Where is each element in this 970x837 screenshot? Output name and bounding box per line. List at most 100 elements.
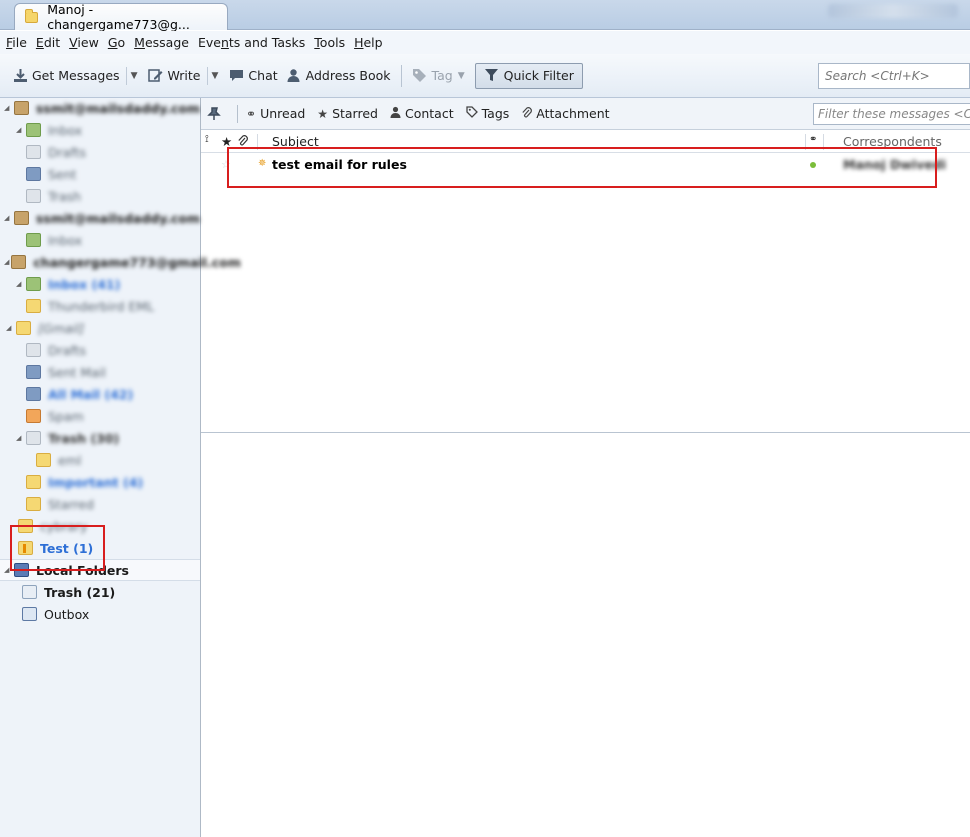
sent-icon bbox=[26, 365, 41, 379]
global-search-input[interactable]: Search <Ctrl+K> bbox=[818, 63, 970, 89]
folder-inbox[interactable]: ◢ Inbox (41) bbox=[0, 274, 200, 294]
account-icon bbox=[13, 101, 29, 115]
drafts-icon bbox=[26, 145, 41, 159]
tag-icon bbox=[465, 106, 478, 121]
folder-trash[interactable]: ◢ Trash (30) bbox=[0, 428, 200, 448]
chat-bubble-icon bbox=[228, 68, 244, 84]
highlight-test-folder-box bbox=[10, 525, 105, 571]
folder-all-mail[interactable]: All Mail (42) bbox=[0, 384, 200, 404]
sticky-pin-button[interactable] bbox=[207, 106, 221, 121]
folder-outbox[interactable]: Outbox bbox=[0, 604, 200, 624]
pin-icon bbox=[207, 106, 221, 120]
folder-icon bbox=[26, 299, 41, 313]
menu-file[interactable]: File bbox=[6, 35, 27, 50]
highlight-message-box bbox=[227, 147, 937, 188]
collapse-twisty-icon: ◢ bbox=[4, 104, 10, 112]
paperclip-icon bbox=[521, 106, 533, 122]
sent-icon bbox=[26, 167, 41, 181]
archive-icon bbox=[26, 387, 41, 401]
trash-icon bbox=[26, 189, 41, 203]
tab-title: Manoj - changergame773@g... bbox=[47, 2, 190, 32]
spam-flame-icon bbox=[26, 409, 41, 423]
filter-attachment-button[interactable]: Attachment bbox=[521, 106, 610, 122]
collapse-twisty-icon: ◢ bbox=[16, 126, 22, 134]
mail-tab[interactable]: Manoj - changergame773@g... bbox=[14, 2, 228, 32]
window-controls-blurred bbox=[828, 4, 958, 18]
menu-edit[interactable]: Edit bbox=[36, 35, 60, 50]
drafts-icon bbox=[26, 343, 41, 357]
folder-inbox[interactable]: ◢ Inbox bbox=[0, 120, 200, 140]
filter-unread-button[interactable]: ⚭ Unread bbox=[246, 106, 305, 121]
star-icon: ★ bbox=[317, 106, 329, 121]
folder-thunderbird-eml[interactable]: Thunderbird EML bbox=[0, 296, 200, 316]
folder-eml[interactable]: eml bbox=[0, 450, 200, 470]
get-messages-button[interactable]: Get Messages bbox=[8, 63, 124, 89]
account-row[interactable]: ◢ changergame773@gmail.com bbox=[0, 252, 241, 272]
menu-events-and-tasks[interactable]: Events and Tasks bbox=[198, 35, 305, 50]
menu-view[interactable]: View bbox=[69, 35, 99, 50]
account-row[interactable]: ◢ ssmit@mailsdaddy.com bbox=[0, 208, 200, 228]
folder-drafts[interactable]: Drafts bbox=[0, 340, 200, 360]
menu-message[interactable]: Message bbox=[134, 35, 189, 50]
account-row[interactable]: ◢ ssmit@mailsdaddy.com bbox=[0, 98, 200, 118]
funnel-icon bbox=[484, 68, 500, 84]
trash-icon bbox=[26, 431, 41, 445]
quick-filter-button[interactable]: Quick Filter bbox=[474, 62, 583, 89]
outbox-icon bbox=[22, 607, 37, 621]
menu-tools[interactable]: Tools bbox=[314, 35, 345, 50]
tag-button[interactable]: Tag ▼ bbox=[408, 63, 469, 89]
folder-gmail[interactable]: ◢ [Gmail] bbox=[0, 318, 200, 338]
thread-pane-splitter[interactable] bbox=[201, 432, 970, 433]
folder-local-trash[interactable]: Trash (21) bbox=[0, 582, 200, 602]
unread-glasses-icon: ⚭ bbox=[246, 106, 257, 121]
folder-inbox[interactable]: Inbox bbox=[0, 230, 200, 250]
write-dropdown[interactable]: ▼ bbox=[206, 66, 218, 85]
filter-starred-button[interactable]: ★ Starred bbox=[317, 106, 378, 121]
folder-icon bbox=[16, 321, 31, 335]
folder-spam[interactable]: Spam bbox=[0, 406, 200, 426]
account-icon bbox=[11, 255, 27, 269]
quick-filter-bar: ⚭ Unread ★ Starred Contact Tags Attachme… bbox=[201, 98, 970, 130]
menu-bar: File Edit View Go Message Events and Tas… bbox=[0, 31, 970, 54]
chat-button[interactable]: Chat bbox=[224, 63, 281, 89]
folder-icon bbox=[36, 453, 51, 467]
filter-separator bbox=[237, 104, 238, 123]
person-icon bbox=[390, 106, 401, 121]
person-icon bbox=[286, 68, 302, 84]
tab-bar: Manoj - changergame773@g... bbox=[0, 0, 970, 32]
menu-go[interactable]: Go bbox=[108, 35, 125, 50]
get-messages-dropdown[interactable]: ▼ bbox=[125, 66, 137, 85]
folder-starred[interactable]: Starred bbox=[0, 494, 200, 514]
inbox-icon bbox=[26, 233, 41, 247]
folder-sent[interactable]: Sent bbox=[0, 164, 200, 184]
collapse-twisty-icon: ◢ bbox=[4, 214, 10, 222]
folder-icon bbox=[26, 475, 41, 489]
pencil-icon bbox=[147, 68, 163, 84]
collapse-twisty-icon: ◢ bbox=[4, 258, 10, 266]
inbox-icon bbox=[26, 277, 41, 291]
folder-sent-mail[interactable]: Sent Mail bbox=[0, 362, 200, 382]
account-icon bbox=[13, 211, 29, 225]
trash-icon bbox=[22, 585, 37, 599]
collapse-twisty-icon: ◢ bbox=[6, 324, 12, 332]
menu-help[interactable]: Help bbox=[354, 35, 383, 50]
folder-trash[interactable]: Trash bbox=[0, 186, 200, 206]
folder-icon bbox=[26, 497, 41, 511]
chevron-down-icon: ▼ bbox=[457, 70, 465, 81]
read-status-column-icon[interactable]: ⚭ bbox=[809, 134, 817, 145]
write-button[interactable]: Write bbox=[143, 63, 204, 89]
folder-icon bbox=[25, 8, 39, 23]
folder-important[interactable]: Important (4) bbox=[0, 472, 200, 492]
folder-pane: ◢ ssmit@mailsdaddy.com ◢ Inbox Drafts Se… bbox=[0, 98, 241, 837]
address-book-button[interactable]: Address Book bbox=[282, 63, 395, 89]
folder-drafts[interactable]: Drafts bbox=[0, 142, 200, 162]
tag-icon bbox=[412, 68, 428, 84]
inbox-icon bbox=[26, 123, 41, 137]
filter-contact-button[interactable]: Contact bbox=[390, 106, 454, 121]
filter-messages-input[interactable]: Filter these messages <Ctrl+Shift+K> bbox=[813, 103, 970, 125]
thread-column-icon[interactable]: ⟟ bbox=[205, 134, 209, 145]
toolbar-separator bbox=[400, 64, 402, 87]
filter-tags-button[interactable]: Tags bbox=[465, 106, 509, 121]
collapse-twisty-icon: ◢ bbox=[16, 280, 22, 288]
collapse-twisty-icon: ◢ bbox=[16, 434, 22, 442]
